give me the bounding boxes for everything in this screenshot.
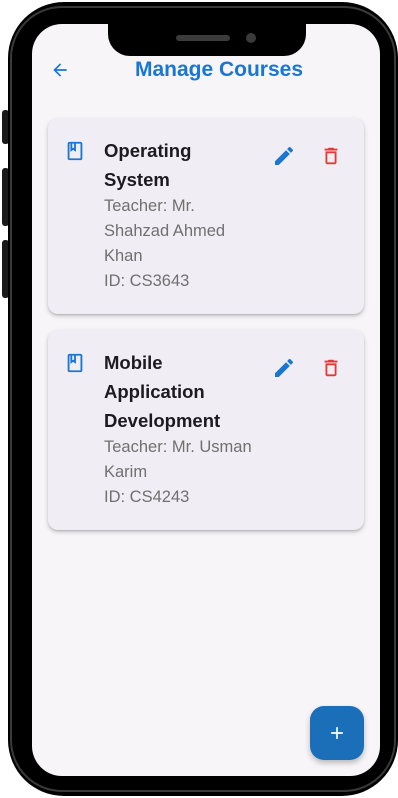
course-info: Mobile Application Development Teacher: … [104,348,254,510]
pencil-icon [275,146,294,165]
add-course-button[interactable] [310,706,364,760]
course-id: ID: CS4243 [104,488,190,506]
edit-course-button[interactable] [272,356,296,380]
course-info: Operating System Teacher: Mr. Shahzad Ah… [104,136,254,294]
plus-icon [331,727,343,739]
delete-course-button[interactable] [320,356,342,380]
course-card: Mobile Application Development Teacher: … [48,330,364,530]
front-camera [246,33,256,43]
course-name: Operating System [104,140,192,190]
app-screen: Manage Courses Operating System Teacher:… [32,24,380,776]
course-teacher: Teacher: Mr. Usman Karim [104,438,252,481]
edit-course-button[interactable] [272,144,296,168]
book-icon [67,141,83,161]
trash-icon [324,147,338,165]
trash-icon [324,359,338,377]
app-bar: Manage Courses [32,50,380,90]
course-teacher: Teacher: Mr. Shahzad Ahmed Khan [104,197,226,265]
course-id: ID: CS3643 [104,272,190,290]
phone-speaker [176,35,230,41]
delete-course-button[interactable] [320,144,342,168]
pencil-icon [275,358,294,377]
course-card: Operating System Teacher: Mr. Shahzad Ah… [48,118,364,314]
page-title: Manage Courses [134,58,304,81]
book-icon [67,353,83,373]
course-name: Mobile Application Development [104,352,221,431]
